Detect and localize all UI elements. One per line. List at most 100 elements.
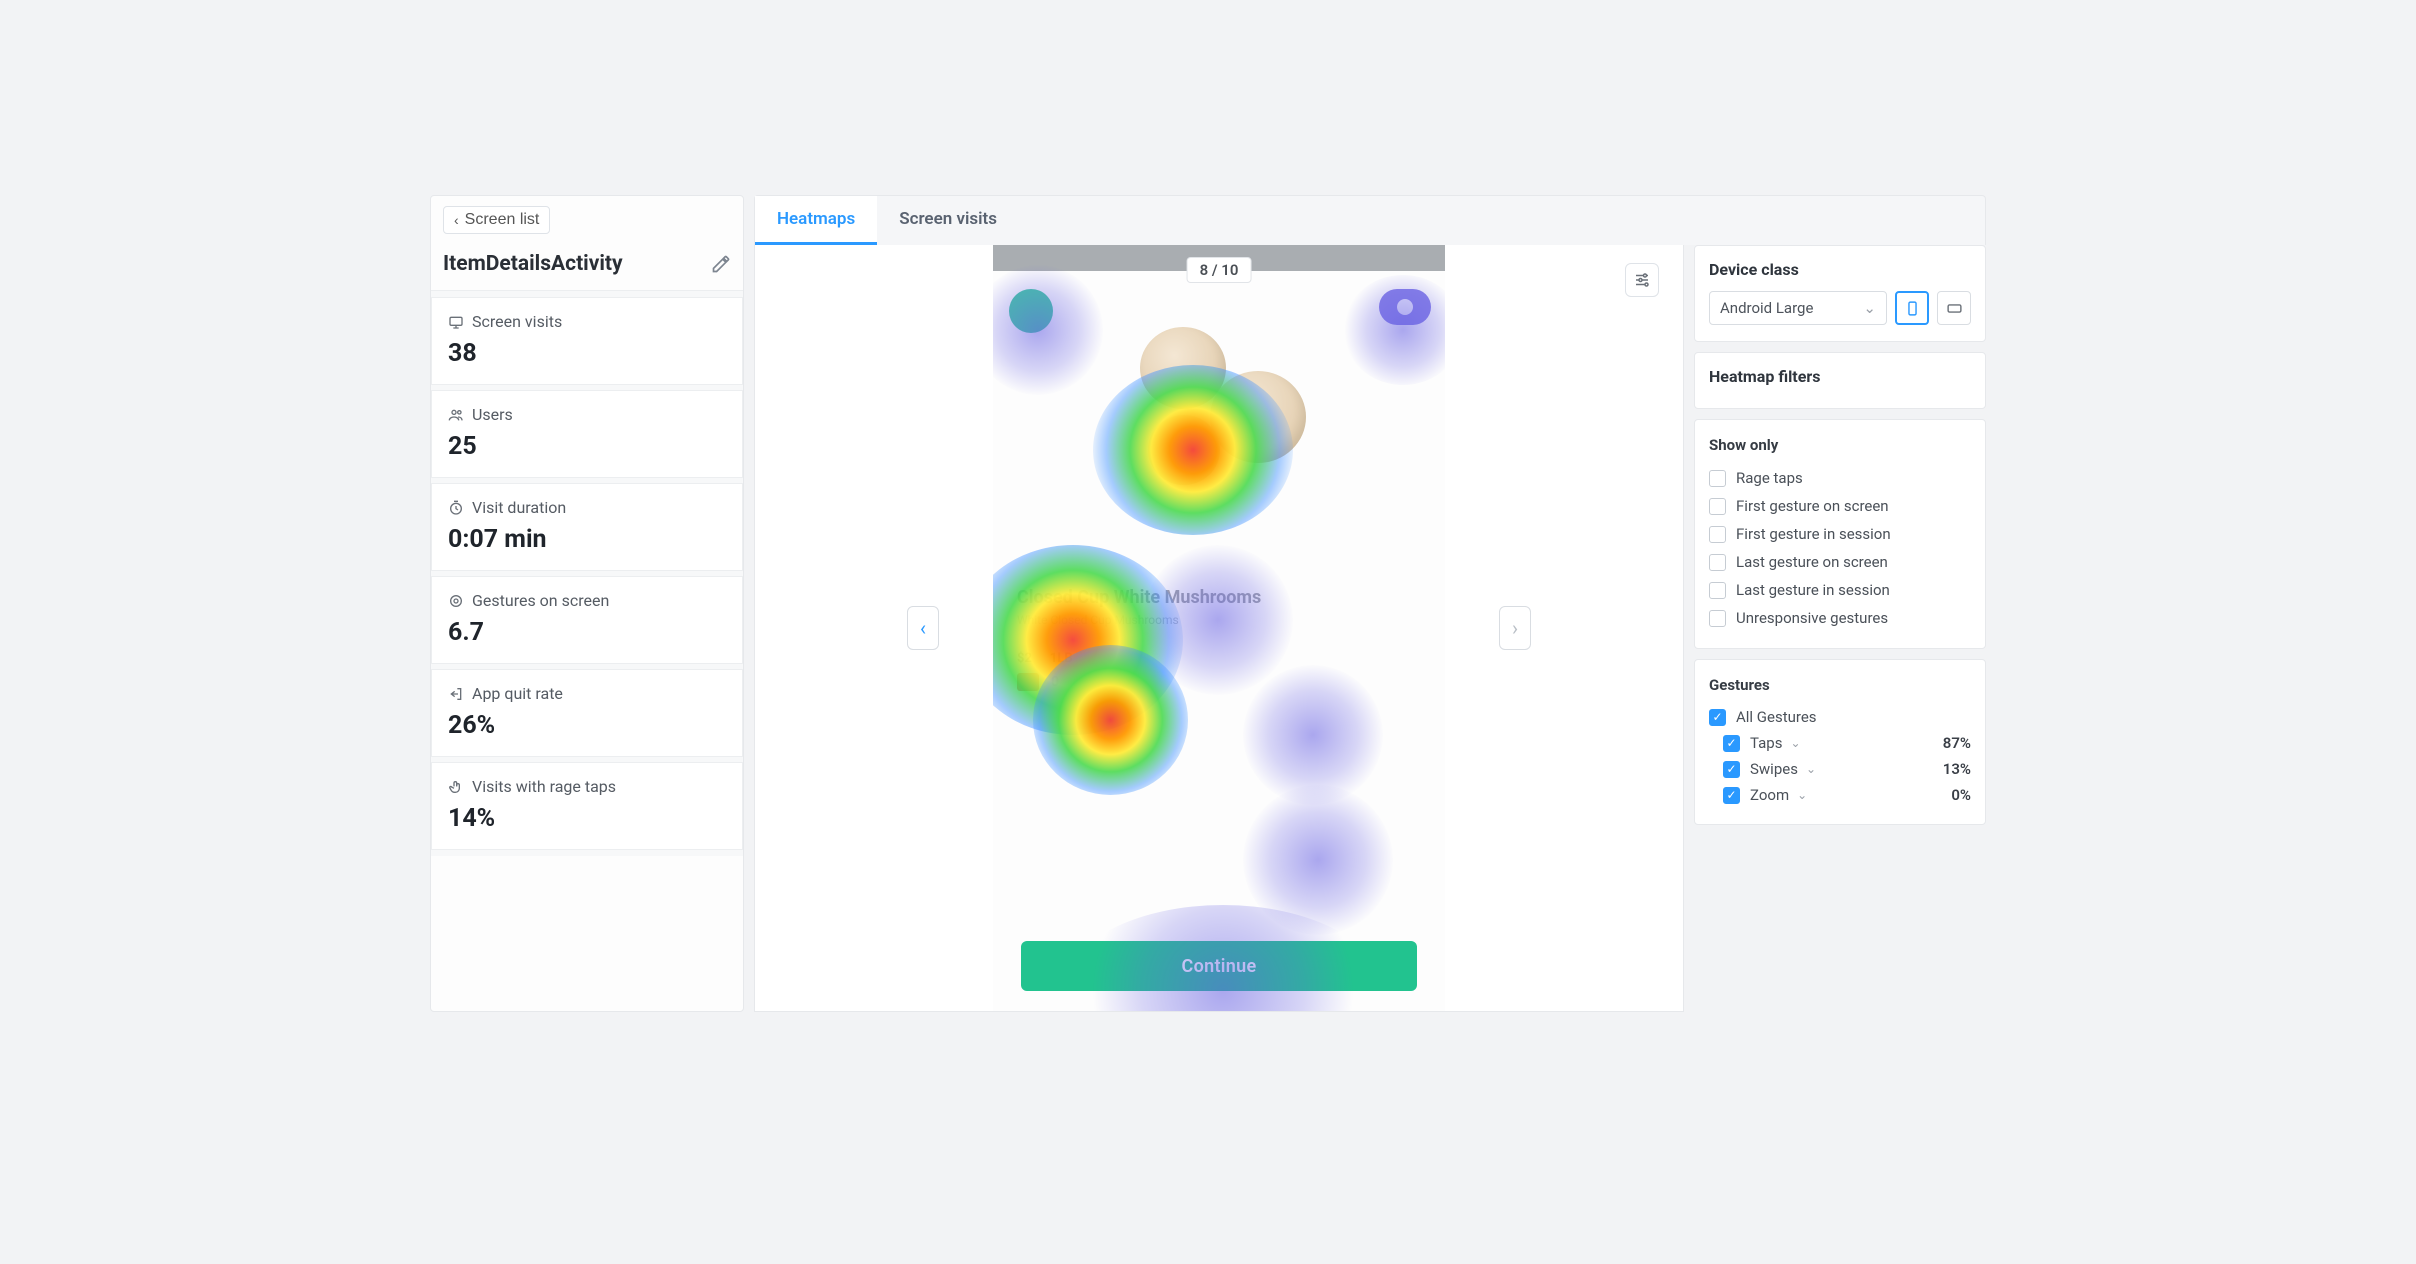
filter-unresponsive-gestures[interactable]: Unresponsive gestures <box>1709 604 1971 632</box>
next-screenshot-button[interactable]: › <box>1499 606 1531 650</box>
metric-value: 6.7 <box>448 618 726 647</box>
product-image <box>1114 323 1324 503</box>
back-button-label: Screen list <box>465 211 540 229</box>
heat-blob <box>1033 645 1188 795</box>
filter-label: Rage taps <box>1736 469 1803 487</box>
heat-blob <box>993 545 1183 735</box>
heat-blob <box>993 265 1103 395</box>
checkbox-checked-icon: ✓ <box>1723 761 1740 778</box>
gesture-label: All Gestures <box>1736 708 1817 726</box>
metric-screen-visits: Screen visits 38 <box>431 297 743 385</box>
gesture-percent: 0% <box>1951 786 1971 804</box>
chevron-down-icon: ⌄ <box>1797 788 1807 802</box>
tab-label: Screen visits <box>899 209 997 229</box>
metric-label: Users <box>472 405 513 424</box>
tap-icon <box>448 779 464 795</box>
chevron-down-icon: ⌄ <box>1863 299 1876 317</box>
filter-last-gesture-session[interactable]: Last gesture in session <box>1709 576 1971 604</box>
users-icon <box>448 407 464 423</box>
checkbox-icon <box>1709 610 1726 627</box>
metric-rage-taps: Visits with rage taps 14% <box>431 762 743 850</box>
gestures-card: Gestures ✓ All Gestures ✓ Taps ⌄ 87% ✓ S… <box>1694 659 1986 825</box>
metric-label: Gestures on screen <box>472 591 609 610</box>
gesture-all[interactable]: ✓ All Gestures <box>1709 704 1971 730</box>
filter-label: Unresponsive gestures <box>1736 609 1888 627</box>
minus-icon <box>1017 673 1039 691</box>
metric-gestures: Gestures on screen 6.7 <box>431 576 743 664</box>
checkbox-icon <box>1709 554 1726 571</box>
page-indicator: 8 / 10 <box>1187 257 1252 283</box>
device-class-value: Android Large <box>1720 299 1813 317</box>
metric-value: 26% <box>448 711 726 740</box>
metric-users: Users 25 <box>431 390 743 478</box>
device-preview: 8 / 10 Closed Cup White Mushrooms White … <box>993 245 1445 1011</box>
screen-visits-icon <box>448 314 464 330</box>
gesture-percent: 87% <box>1943 734 1971 752</box>
chevron-left-icon: ‹ <box>454 212 459 228</box>
chevron-down-icon: ⌄ <box>1790 736 1800 750</box>
filter-label: Last gesture on screen <box>1736 553 1888 571</box>
heatmap-filters-card: Heatmap filters <box>1694 352 1986 409</box>
target-icon <box>448 593 464 609</box>
metric-value: 14% <box>448 804 726 833</box>
metric-value: 25 <box>448 432 726 461</box>
continue-label: Continue <box>1182 956 1257 977</box>
checkbox-icon <box>1709 526 1726 543</box>
filter-rage-taps[interactable]: Rage taps <box>1709 464 1971 492</box>
cart-pill-icon <box>1379 289 1431 325</box>
metric-label: Visit duration <box>472 498 566 517</box>
show-only-title: Show only <box>1709 436 1971 454</box>
metric-app-quit-rate: App quit rate 26% <box>431 669 743 757</box>
exit-icon <box>448 686 464 702</box>
gesture-percent: 13% <box>1943 760 1971 778</box>
sidebar: ‹ Screen list ItemDetailsActivity <box>430 195 744 1012</box>
device-class-select[interactable]: Android Large ⌄ <box>1709 291 1887 325</box>
viewer-settings-button[interactable] <box>1625 263 1659 297</box>
portrait-icon <box>1904 300 1921 317</box>
gesture-swipes[interactable]: ✓ Swipes ⌄ 13% <box>1709 756 1971 782</box>
filter-label: First gesture on screen <box>1736 497 1889 515</box>
gesture-taps[interactable]: ✓ Taps ⌄ 87% <box>1709 730 1971 756</box>
filter-last-gesture-screen[interactable]: Last gesture on screen <box>1709 548 1971 576</box>
orientation-portrait-button[interactable] <box>1895 291 1929 325</box>
product-subtitle: White Closed Cup Mushrooms <box>1017 613 1179 627</box>
main-area: Heatmaps Screen visits ‹ › <box>754 195 1986 1012</box>
continue-button: Continue <box>1021 941 1417 991</box>
prev-screenshot-button[interactable]: ‹ <box>907 606 939 650</box>
back-to-screen-list-button[interactable]: ‹ Screen list <box>443 206 550 234</box>
tab-heatmaps[interactable]: Heatmaps <box>755 196 877 245</box>
orientation-landscape-button[interactable] <box>1937 291 1971 325</box>
product-title: Closed Cup White Mushrooms <box>1017 587 1261 608</box>
quantity-value: 0 <box>1051 674 1059 690</box>
gesture-zoom[interactable]: ✓ Zoom ⌄ 0% <box>1709 782 1971 808</box>
metrics-list: Screen visits 38 Users 25 <box>431 291 743 856</box>
metric-visit-duration: Visit duration 0:07 min <box>431 483 743 571</box>
device-class-card: Device class Android Large ⌄ <box>1694 245 1986 342</box>
chevron-right-icon: › <box>1512 616 1518 640</box>
checkbox-checked-icon: ✓ <box>1709 709 1726 726</box>
tab-label: Heatmaps <box>777 209 855 229</box>
gesture-label: Swipes <box>1750 760 1798 778</box>
metric-value: 0:07 min <box>448 525 726 554</box>
heat-blob <box>1243 665 1383 805</box>
price-row: $2 1LB <box>1017 651 1073 666</box>
landscape-icon <box>1946 300 1963 317</box>
filter-first-gesture-screen[interactable]: First gesture on screen <box>1709 492 1971 520</box>
edit-icon[interactable] <box>711 254 731 274</box>
chevron-left-icon: ‹ <box>920 616 926 640</box>
device-class-title: Device class <box>1709 260 1971 279</box>
checkbox-checked-icon: ✓ <box>1723 787 1740 804</box>
gesture-label: Taps <box>1750 734 1782 752</box>
heatmap-filters-title: Heatmap filters <box>1709 367 1971 386</box>
checkbox-checked-icon: ✓ <box>1723 735 1740 752</box>
filter-first-gesture-session[interactable]: First gesture in session <box>1709 520 1971 548</box>
tab-screen-visits[interactable]: Screen visits <box>877 196 1019 245</box>
heatmap-viewer: ‹ › 8 / 10 <box>754 245 1684 1012</box>
gestures-title: Gestures <box>1709 676 1971 694</box>
price: $2 <box>1017 651 1032 666</box>
checkbox-icon <box>1709 498 1726 515</box>
gesture-label: Zoom <box>1750 786 1789 804</box>
metric-value: 38 <box>448 339 726 368</box>
metric-label: App quit rate <box>472 684 563 703</box>
back-circle-icon <box>1009 289 1053 333</box>
